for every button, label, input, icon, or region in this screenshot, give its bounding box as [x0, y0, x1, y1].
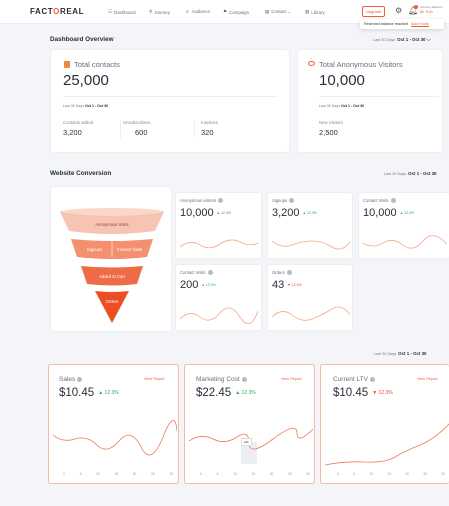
- contacts-icon: [64, 61, 70, 68]
- nav-library[interactable]: ▥ Library: [305, 9, 325, 15]
- anonymous-visitors-card: Total Anonymous Visitors 10,000 Last 30 …: [297, 49, 443, 153]
- divider: [63, 96, 277, 97]
- total-contacts-card: Total contacts 25,000 Last 30 Days Oct 1…: [50, 49, 290, 153]
- gear-icon[interactable]: ⚙: [395, 6, 402, 15]
- anonymous-visitors-value: 10,000: [319, 72, 365, 89]
- marketing-cost-report-card: Marketing Cost View Report $22.45 ▲ 12.3%…: [184, 364, 315, 484]
- info-icon[interactable]: [390, 198, 396, 204]
- trend-up-badge: ▲ 12.3%: [98, 389, 119, 396]
- info-icon[interactable]: [289, 198, 295, 204]
- divider: [120, 120, 121, 138]
- marketing-cost-title: Marketing Cost: [196, 376, 240, 383]
- view-report-link[interactable]: View Report: [281, 377, 302, 381]
- visitors-date-range: Last 30 Days Oct 1 - Oct 30: [319, 104, 365, 108]
- sales-report-card: Sales View Report $10.45 ▲ 12.3% 0 5 10 15 20…: [48, 364, 179, 484]
- inactives-value: 320: [201, 128, 214, 137]
- funnel-label-added-to-cart: Added to Cart: [99, 273, 125, 279]
- sparkline: [180, 307, 258, 325]
- sparkline: [272, 306, 350, 321]
- trend-up-badge: ▲ 12.3%: [216, 211, 232, 216]
- current-ltv-title: Current LTV: [333, 376, 368, 383]
- library-icon: ▥: [305, 9, 310, 14]
- contacts-added-label: Contacts added: [63, 120, 94, 125]
- trend-down-badge: ▼ 12.3%: [287, 283, 302, 288]
- marketing-cost-value: $22.45: [196, 387, 232, 399]
- info-icon[interactable]: [369, 376, 375, 382]
- funnel-label-anonymous-visits: Anonymous Visits: [95, 221, 129, 227]
- trend-down-badge: ▼ 12.3%: [372, 389, 393, 396]
- campaign-icon: ⚑: [223, 9, 228, 14]
- sales-title: Sales: [59, 376, 76, 383]
- journey-icon: ⚲: [149, 9, 153, 14]
- overview-date-range[interactable]: Last 30 Days Oct 1 - Oct 30 ⌵: [373, 37, 431, 44]
- sparkline: [363, 235, 447, 249]
- info-icon[interactable]: [218, 198, 224, 204]
- metric-card-contact-visits[interactable]: Contact Visits 10,000 ▲ 12.3%: [358, 192, 449, 259]
- funnel-label-signups: Signups: [86, 246, 103, 252]
- view-report-link[interactable]: View Report: [144, 377, 165, 381]
- upgrade-button[interactable]: Upgrade: [362, 6, 385, 17]
- chevron-down-icon: ⌵: [426, 37, 432, 43]
- conversion-funnel: [60, 208, 164, 323]
- nav-audience[interactable]: ☺ Audience: [185, 9, 210, 14]
- balance-tooltip: Reserved balance reached Add Funds: [360, 19, 444, 29]
- audience-icon: ☺: [185, 9, 190, 14]
- unsubscribers-label: Unsubscribers: [123, 120, 151, 125]
- inactives-label: Inactives: [201, 120, 218, 125]
- divider: [194, 120, 195, 138]
- conversion-date-range[interactable]: Last 30 Days Oct 1 - Oct 30: [384, 171, 436, 176]
- sparkline: [272, 240, 350, 250]
- current-ltv-report-card: Current LTV View Report $10.45 ▼ 12.3% 05…: [320, 364, 449, 484]
- metric-card-anonymous-visitors[interactable]: Anonymous visitors 10,000 ▲ 12.3%: [175, 192, 262, 259]
- sales-value: $10.45: [59, 387, 95, 399]
- trend-up-badge: ▲ 12.3%: [399, 211, 415, 216]
- contact-icon: ▤: [265, 9, 270, 14]
- metric-card-signups[interactable]: Signups 3,200 ▲ 12.3%: [267, 192, 353, 259]
- total-contacts-value: 25,000: [63, 72, 109, 89]
- trend-up-badge: ▲ 12.3%: [201, 283, 216, 288]
- reports-date-range[interactable]: Last 30 Days Oct 1 - Oct 30: [374, 351, 426, 356]
- contacts-date-range: Last 30 Days Oct 1 - Oct 30: [63, 104, 109, 108]
- x-axis-ticks: 0 5 10 15 20 25 30: [337, 472, 445, 476]
- notification-dot: [414, 5, 418, 9]
- factoreal-logo[interactable]: FACTOREAL: [30, 7, 84, 16]
- anonymous-visitors-title: Total Anonymous Visitors: [319, 60, 403, 69]
- x-axis-ticks: 0 5 10 15 20 25 30: [63, 472, 173, 476]
- sales-line-chart: [53, 420, 177, 456]
- info-icon[interactable]: [77, 376, 83, 382]
- chart-tooltip: 10k: [241, 438, 252, 446]
- conversion-funnel-card: Anonymous Visits Signups Contact Visits …: [50, 186, 172, 332]
- website-conversion-title: Website Conversion: [50, 170, 112, 177]
- contacts-added-value: 3,200: [63, 128, 82, 137]
- dashboard-icon: ☷: [108, 9, 113, 14]
- new-visitors-label: New Visitors: [319, 120, 343, 125]
- account-balance-label: Account Balance: [420, 5, 443, 9]
- nav-contact[interactable]: ▤ Contact ⌄: [265, 9, 291, 15]
- nav-campaign[interactable]: ⚑ Campaign: [223, 9, 249, 15]
- funnel-label-contact-visits: Contact Visits: [116, 246, 143, 252]
- current-ltv-line-chart: [325, 423, 449, 466]
- nav-journey[interactable]: ⚲ Journey: [149, 9, 170, 15]
- sparkline: [180, 239, 258, 249]
- add-funds-link[interactable]: Add Funds: [411, 22, 429, 26]
- metric-card-contact-visits-2[interactable]: Contact Visits 200 ▲ 12.3%: [175, 264, 262, 331]
- account-balance-value[interactable]: $0 Trch: [420, 10, 433, 14]
- divider: [319, 96, 439, 97]
- x-axis-ticks: 0 5 10 15 20 25 30: [200, 472, 310, 476]
- trend-up-badge: ▲ 12.3%: [235, 389, 256, 396]
- eye-icon: [308, 61, 315, 66]
- metric-card-orders[interactable]: Orders 43 ▼ 12.3%: [267, 264, 353, 331]
- current-ltv-value: $10.45: [333, 387, 369, 399]
- info-icon[interactable]: [286, 270, 292, 276]
- unsubscribers-value: 600: [135, 128, 148, 137]
- info-icon[interactable]: [207, 270, 213, 276]
- nav-dashboard[interactable]: ☷ Dashboard: [108, 9, 136, 15]
- dashboard-overview-title: Dashboard Overview: [50, 36, 114, 43]
- trend-up-badge: ▲ 12.3%: [302, 211, 317, 216]
- info-icon[interactable]: [241, 376, 247, 382]
- total-contacts-title: Total contacts: [74, 60, 120, 69]
- funnel-label-orders: Orders: [105, 298, 119, 304]
- view-report-link[interactable]: View Report: [417, 377, 438, 381]
- new-visitors-value: 2,500: [319, 128, 338, 137]
